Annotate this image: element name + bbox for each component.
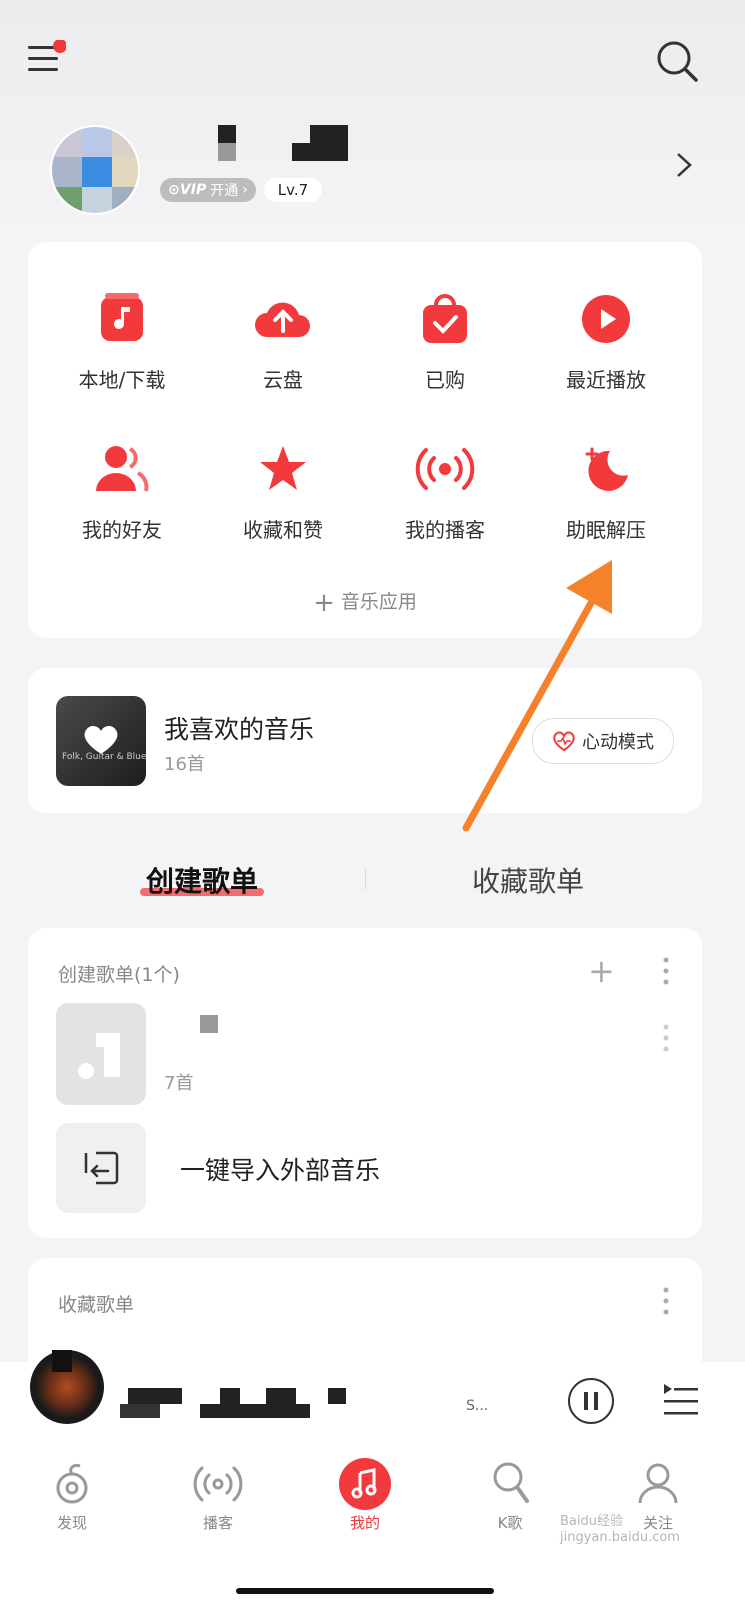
- action-recent-play[interactable]: 最近播放: [526, 284, 686, 393]
- action-label: 云盘: [263, 368, 303, 392]
- home-indicator: [236, 1588, 494, 1594]
- playlist-cover: [56, 1003, 146, 1105]
- heartbeat-mode-label: 心动模式: [582, 732, 654, 753]
- collected-more-icon[interactable]: [662, 1286, 670, 1320]
- action-label: 助眠解压: [566, 518, 646, 542]
- baidu-watermark: Baidu经验 jingyan.baidu.com: [560, 1514, 680, 1545]
- heart-icon: [84, 725, 118, 754]
- liked-music-title: 我喜欢的音乐: [164, 715, 315, 744]
- nav-mine[interactable]: 我的: [305, 1456, 425, 1533]
- action-label: 本地/下载: [78, 368, 166, 392]
- cover-caption: Folk, Guitar & Blues: [62, 752, 146, 762]
- tab-divider: [365, 868, 366, 890]
- liked-music-count: 16首: [164, 754, 205, 775]
- playlist-name-redacted: [200, 1015, 218, 1033]
- vip-label: 开通: [210, 183, 239, 199]
- broadcast-icon: [410, 434, 480, 504]
- import-music-item[interactable]: 一键导入外部音乐: [56, 1123, 676, 1213]
- plus-icon: +: [313, 588, 335, 618]
- chevron-right-icon: ›: [242, 182, 248, 198]
- vip-icon: ⊙VIP: [168, 182, 207, 198]
- friends-icon: [87, 434, 157, 504]
- tab-created-playlists[interactable]: 创建歌单: [140, 858, 264, 904]
- vip-badge[interactable]: ⊙VIP 开通 ›: [160, 178, 256, 202]
- music-apps-label: 音乐应用: [340, 591, 417, 613]
- star-icon: [248, 434, 318, 504]
- music-note-icon: [87, 284, 157, 354]
- queue-icon: [664, 1384, 698, 1415]
- pause-button[interactable]: [568, 1378, 614, 1424]
- import-icon: [84, 1151, 119, 1185]
- heartbeat-icon: [553, 731, 575, 752]
- playlist-queue-button[interactable]: [662, 1382, 700, 1422]
- hamburger-menu-icon: [28, 39, 67, 71]
- add-playlist-button[interactable]: +: [588, 955, 615, 987]
- action-local-download[interactable]: 本地/下载: [42, 284, 202, 393]
- mini-player[interactable]: S...: [0, 1350, 745, 1442]
- action-favorites-likes[interactable]: 收藏和赞: [203, 434, 363, 543]
- nav-discover[interactable]: 发现: [12, 1456, 132, 1533]
- tab-created-label: 创建歌单: [145, 865, 258, 898]
- cloud-upload-icon: [248, 284, 318, 354]
- action-my-friends[interactable]: 我的好友: [42, 434, 202, 543]
- nav-label: 发现: [56, 1514, 87, 1532]
- nav-karaoke[interactable]: K歌: [450, 1456, 570, 1533]
- moon-icon: [571, 434, 641, 504]
- action-cloud-disk[interactable]: 云盘: [203, 284, 363, 393]
- created-playlists-card: 创建歌单(1个) + 7首 一键导入外部音乐: [28, 928, 702, 1238]
- liked-music-card[interactable]: Folk, Guitar & Blues 我喜欢的音乐 16首 心动模式: [28, 668, 702, 813]
- avatar[interactable]: [50, 125, 140, 215]
- microphone-icon: [493, 1462, 529, 1503]
- profile-row[interactable]: ⊙VIP 开通 › Lv.7: [0, 115, 745, 215]
- action-label: 我的播客: [405, 518, 485, 542]
- pause-icon: [584, 1392, 598, 1410]
- section-more-icon[interactable]: [662, 956, 670, 990]
- nav-label: 播客: [202, 1514, 233, 1532]
- nav-label: K歌: [497, 1514, 523, 1532]
- music-note-icon: [78, 1033, 120, 1079]
- podcast-icon: [193, 1466, 243, 1502]
- notification-dot: [53, 39, 67, 53]
- bottom-nav: 发现 播客 我的 K歌 关注 Baidu经验 jingyan.baidu.com: [0, 1442, 745, 1600]
- tab-collected-playlists[interactable]: 收藏歌单: [466, 860, 590, 900]
- collected-section-title: 收藏歌单: [58, 1294, 135, 1316]
- import-music-label: 一键导入外部音乐: [180, 1156, 381, 1185]
- play-circle-icon: [571, 284, 641, 354]
- action-label: 最近播放: [566, 368, 646, 392]
- now-playing-title-redacted: [120, 1386, 360, 1422]
- profile-chevron-right-icon[interactable]: [672, 150, 694, 184]
- music-apps-button[interactable]: + 音乐应用: [28, 587, 702, 618]
- playlist-item[interactable]: 7首: [56, 1003, 676, 1105]
- level-text: Lv.7: [277, 181, 309, 199]
- level-badge: Lv.7: [264, 178, 322, 202]
- action-my-podcast[interactable]: 我的播客: [365, 434, 525, 543]
- nav-podcast[interactable]: 播客: [158, 1456, 278, 1533]
- menu-button[interactable]: [26, 39, 67, 80]
- nav-label: 我的: [349, 1514, 380, 1532]
- bag-check-icon: [410, 284, 480, 354]
- discover-icon: [56, 1464, 88, 1504]
- search-button[interactable]: [652, 36, 702, 86]
- music-note-icon: [339, 1458, 391, 1510]
- action-purchased[interactable]: 已购: [365, 284, 525, 393]
- created-section-title: 创建歌单(1个): [58, 964, 180, 986]
- heartbeat-mode-button[interactable]: 心动模式: [532, 718, 674, 764]
- tab-collected-label: 收藏歌单: [471, 865, 584, 898]
- liked-music-cover: Folk, Guitar & Blues: [56, 696, 146, 786]
- username-redacted: [160, 125, 360, 165]
- playlist-count: 7首: [164, 1073, 194, 1094]
- import-icon-box: [56, 1123, 146, 1213]
- now-playing-subtitle: S...: [466, 1398, 489, 1414]
- action-label: 已购: [425, 368, 465, 392]
- search-icon: [657, 41, 698, 82]
- action-label: 收藏和赞: [243, 518, 323, 542]
- follow-icon: [638, 1463, 678, 1504]
- action-label: 我的好友: [82, 518, 162, 542]
- action-sleep-relax[interactable]: 助眠解压: [526, 434, 686, 543]
- quick-actions-card: 本地/下载 云盘 已购 最近播放 我的好友 收藏和赞 我的播客 助眠解压 + 音…: [28, 242, 702, 638]
- playlist-more-icon[interactable]: [662, 1023, 670, 1057]
